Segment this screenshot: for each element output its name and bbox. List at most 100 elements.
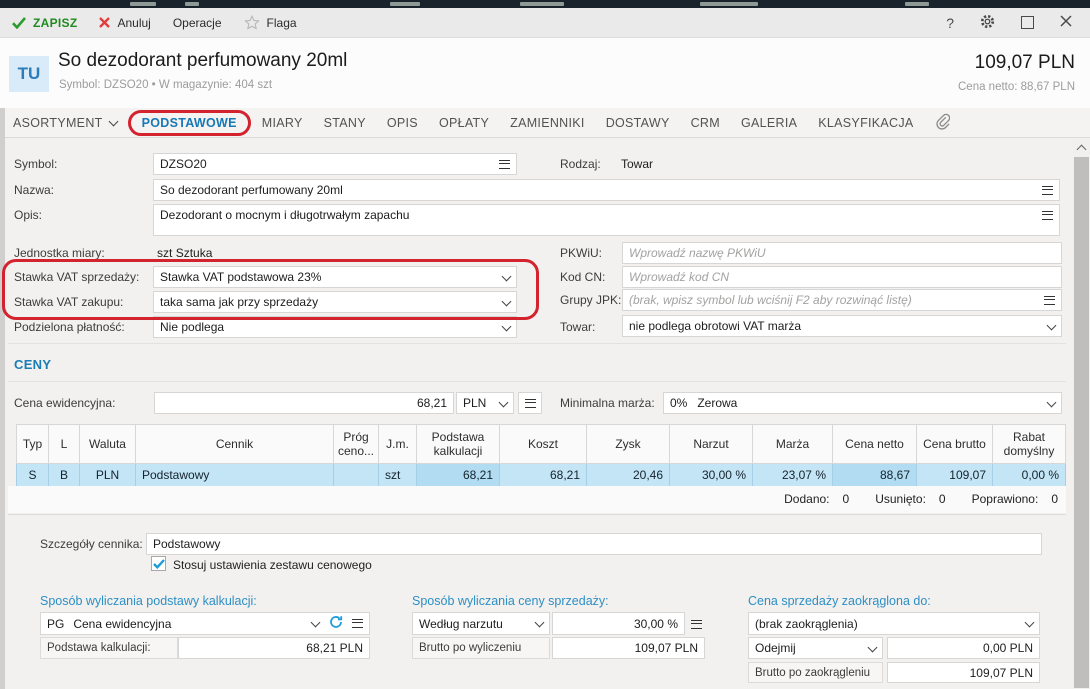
flag-button[interactable]: Flaga [244, 15, 297, 30]
scrollbar-thumb[interactable] [1074, 157, 1089, 688]
menu-icon[interactable] [352, 619, 363, 628]
col-marza[interactable]: Marża [753, 425, 833, 464]
col-cennik[interactable]: Cennik [136, 425, 334, 464]
price-table: Typ L Waluta Cennik Próg ceno... J.m. Po… [16, 424, 1066, 487]
menu-icon[interactable] [1042, 211, 1053, 220]
cena-menu-button[interactable] [518, 392, 542, 414]
tab-dostawy-label: DOSTAWY [606, 116, 670, 130]
tab-dostawy[interactable]: DOSTAWY [606, 116, 670, 130]
maximize-icon[interactable] [1021, 16, 1034, 29]
col-podstawa[interactable]: Podstawa kalkulacji [417, 425, 500, 464]
settings-gear-icon[interactable] [980, 14, 995, 32]
vertical-scrollbar[interactable] [1073, 139, 1090, 689]
sliver-fragment [700, 2, 758, 6]
col-narzut[interactable]: Narzut [670, 425, 753, 464]
tab-stany[interactable]: STANY [324, 116, 366, 130]
menu-icon[interactable] [1044, 296, 1055, 305]
tab-asortyment[interactable]: ASORTYMENT [13, 116, 117, 130]
stawka-vat-zakupu-dropdown[interactable]: taka sama jak przy sprzedaży [153, 291, 517, 313]
operations-menu[interactable]: Operacje [173, 16, 222, 30]
calc-sale-dropdown[interactable]: Według narzutu [412, 612, 550, 635]
zestaw-cenowy-checkbox[interactable] [151, 556, 166, 571]
menu-icon[interactable] [1042, 186, 1053, 195]
kod-cn-field[interactable]: Wprowadź kod CN [622, 266, 1062, 288]
refresh-icon[interactable] [329, 615, 343, 632]
cell-zysk[interactable]: 20,46 [587, 464, 670, 487]
col-zysk[interactable]: Zysk [587, 425, 670, 464]
chevron-down-icon [1047, 320, 1057, 330]
minimalna-marza-dropdown[interactable]: 0% Zerowa [663, 392, 1062, 414]
col-rabat[interactable]: Rabat domyślny [993, 425, 1066, 464]
cell-jm[interactable]: szt [379, 464, 417, 487]
help-icon[interactable]: ? [946, 15, 954, 31]
tab-zamienniki[interactable]: ZAMIENNIKI [510, 116, 585, 130]
tab-oplaty[interactable]: OPŁATY [439, 116, 489, 130]
left-edge-strip [0, 108, 5, 689]
podzielona-platnosc-dropdown[interactable]: Nie podlega [153, 316, 517, 338]
close-icon[interactable] [1060, 15, 1072, 30]
tab-zamienniki-label: ZAMIENNIKI [510, 116, 585, 130]
tab-asortyment-label: ASORTYMENT [13, 116, 103, 130]
calc-round-amount-field[interactable]: 0,00 PLN [887, 637, 1040, 659]
col-cena-netto[interactable]: Cena netto [833, 425, 917, 464]
grupy-jpk-field[interactable]: (brak, wpisz symbol lub wciśnij F2 aby r… [622, 289, 1062, 311]
szczegoly-cennika-field[interactable]: Podstawowy [146, 533, 1042, 555]
cena-ewidencyjna-field[interactable]: 68,21 [154, 392, 454, 414]
symbol-field[interactable]: DZSO20 [153, 153, 517, 175]
tab-opis[interactable]: OPIS [387, 116, 418, 130]
opis-field[interactable]: Dezodorant o mocnym i długotrwałym zapac… [153, 204, 1060, 236]
stawka-vat-sprzedazy-value: Stawka VAT podstawowa 23% [160, 270, 321, 284]
save-button[interactable]: ZAPISZ [12, 16, 77, 30]
calc-base-title: Sposób wyliczania podstawy kalkulacji: [40, 594, 257, 608]
calc-round-dropdown[interactable]: (brak zaokrąglenia) [748, 612, 1040, 635]
tab-klasyfikacja[interactable]: KLASYFIKACJA [818, 116, 913, 130]
pkwiu-field[interactable]: Wprowadź nazwę PKWiU [622, 242, 1062, 264]
cancel-button[interactable]: Anuluj [99, 16, 150, 30]
calc-sale-percent-field[interactable]: 30,00 % [552, 612, 685, 635]
cell-cennik[interactable]: Podstawowy [136, 464, 334, 487]
cell-podstawa[interactable]: 68,21 [417, 464, 500, 487]
background-window-sliver [0, 0, 1090, 8]
tab-crm[interactable]: CRM [691, 116, 720, 130]
stawka-vat-sprzedazy-dropdown[interactable]: Stawka VAT podstawowa 23% [153, 266, 517, 288]
col-l[interactable]: L [49, 425, 80, 464]
cell-prog[interactable] [334, 464, 379, 487]
col-prog[interactable]: Próg ceno... [334, 425, 379, 464]
col-jm[interactable]: J.m. [379, 425, 417, 464]
towar-dropdown[interactable]: nie podlega obrotowi VAT marża [622, 315, 1062, 337]
calc-round-mode-dropdown[interactable]: Odejmij [748, 637, 883, 659]
tab-miary[interactable]: MIARY [262, 116, 303, 130]
currency-dropdown[interactable]: PLN [456, 392, 514, 414]
scroll-up-button[interactable] [1073, 139, 1090, 156]
cell-narzut[interactable]: 30,00 % [670, 464, 753, 487]
cell-cena-netto[interactable]: 88,67 [833, 464, 917, 487]
menu-icon[interactable] [691, 620, 702, 629]
cell-typ[interactable]: S [17, 464, 49, 487]
table-row[interactable]: S B PLN Podstawowy szt 68,21 68,21 20,46… [17, 464, 1066, 487]
app-window: ZAPISZ Anuluj Operacje Flaga ? TU So dez… [0, 0, 1090, 689]
minimalna-marza-name: Zerowa [697, 396, 737, 410]
tab-galeria[interactable]: GALERIA [741, 116, 797, 130]
col-typ[interactable]: Typ [17, 425, 49, 464]
tab-podstawowe[interactable]: PODSTAWOWE [138, 116, 241, 130]
cell-rabat[interactable]: 0,00 % [993, 464, 1066, 487]
paperclip-icon[interactable] [935, 113, 950, 133]
added-count: 0 [843, 492, 850, 506]
towar-value: nie podlega obrotowi VAT marża [629, 319, 801, 333]
nazwa-field[interactable]: So dezodorant perfumowany 20ml [153, 179, 1060, 201]
cell-marza[interactable]: 23,07 % [753, 464, 833, 487]
cell-waluta[interactable]: PLN [80, 464, 136, 487]
menu-icon[interactable] [499, 160, 510, 169]
calc-base-dropdown[interactable]: PG Cena ewidencyjna [40, 612, 370, 635]
sliver-fragment [520, 2, 564, 6]
col-cena-brutto[interactable]: Cena brutto [917, 425, 993, 464]
brutto-po-wyliczeniu-label: Brutto po wyliczeniu [419, 642, 521, 654]
podzielona-platnosc-label: Podzielona płatność: [14, 320, 125, 334]
cell-koszt[interactable]: 68,21 [500, 464, 587, 487]
cell-cena-brutto[interactable]: 109,07 [917, 464, 993, 487]
cell-l[interactable]: B [49, 464, 80, 487]
added-label: Dodano: [784, 492, 829, 506]
col-koszt[interactable]: Koszt [500, 425, 587, 464]
col-waluta[interactable]: Waluta [80, 425, 136, 464]
corrected-label: Poprawiono: [972, 492, 1039, 506]
